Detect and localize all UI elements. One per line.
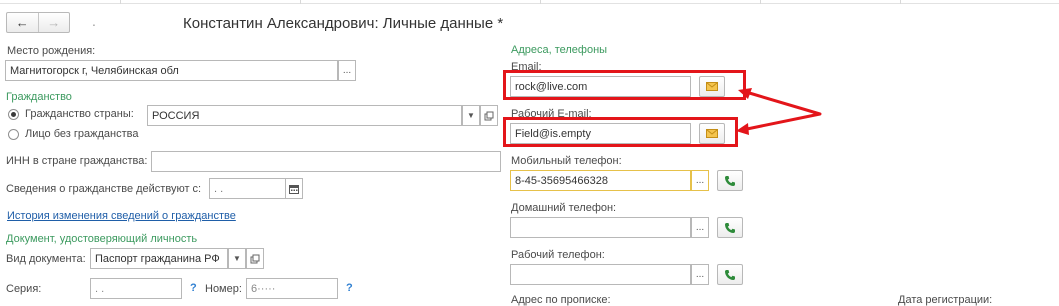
- country-open-button[interactable]: [480, 105, 498, 126]
- home-phone-input[interactable]: [510, 217, 691, 238]
- birthplace-select-button[interactable]: ...: [338, 60, 356, 81]
- number-help-icon[interactable]: ?: [346, 282, 353, 294]
- work-phone-select-button[interactable]: ...: [691, 264, 709, 285]
- mobile-phone-label: Мобильный телефон:: [511, 155, 622, 167]
- inn-input[interactable]: [151, 151, 501, 172]
- phone-icon: [725, 269, 735, 280]
- back-button[interactable]: ←: [7, 13, 39, 32]
- series-help-icon[interactable]: ?: [190, 282, 197, 294]
- registration-date-label: Дата регистрации:: [898, 294, 993, 306]
- phone-icon: [725, 222, 735, 233]
- forward-button[interactable]: →: [39, 13, 70, 32]
- birthplace-label: Место рождения:: [7, 45, 96, 57]
- page-title: Константин Александрович: Личные данные …: [183, 15, 504, 32]
- home-phone-label: Домашний телефон:: [511, 202, 617, 214]
- work-phone-label: Рабочий телефон:: [511, 249, 605, 261]
- home-phone-select-button[interactable]: ...: [691, 217, 709, 238]
- calendar-icon: [289, 184, 299, 194]
- chevron-down-icon: ▼: [467, 111, 475, 120]
- citizenship-valid-from-input[interactable]: . .: [209, 178, 286, 199]
- citizenship-section-title: Гражданство: [6, 91, 72, 103]
- citizenship-country-input[interactable]: РОССИЯ: [147, 105, 462, 126]
- registration-address-label: Адрес по прописке:: [511, 294, 611, 306]
- addresses-section-title: Адреса, телефоны: [511, 44, 608, 56]
- radio-stateless[interactable]: [8, 129, 19, 140]
- document-type-input[interactable]: Паспорт гражданина РФ: [90, 248, 228, 269]
- citizenship-country-label: Гражданство страны:: [25, 108, 134, 120]
- stateless-label: Лицо без гражданства: [25, 128, 139, 140]
- top-divider: [760, 0, 761, 4]
- phone-icon: [725, 175, 735, 186]
- mobile-phone-input[interactable]: 8-45-35695466328: [510, 170, 691, 191]
- document-type-label: Вид документа:: [6, 253, 86, 265]
- citizenship-history-link[interactable]: История изменения сведений о гражданстве: [7, 210, 236, 222]
- radio-citizenship-country[interactable]: [8, 109, 19, 120]
- document-type-dropdown-button[interactable]: ▼: [228, 248, 246, 269]
- navigation-buttons: ← →: [6, 12, 70, 33]
- series-input[interactable]: . .: [90, 278, 182, 299]
- top-divider: [540, 0, 541, 4]
- annotation-box-work-email: [503, 117, 738, 147]
- document-type-open-button[interactable]: [246, 248, 264, 269]
- call-mobile-button[interactable]: [717, 170, 743, 191]
- call-work-button[interactable]: [717, 264, 743, 285]
- document-section-title: Документ, удостоверяющий личность: [6, 233, 198, 245]
- series-label: Серия:: [6, 283, 42, 295]
- calendar-button[interactable]: [285, 178, 303, 199]
- citizenship-valid-from-label: Сведения о гражданстве действуют с:: [6, 183, 202, 195]
- annotation-arrows: [736, 88, 822, 135]
- birthplace-input[interactable]: Магнитогорск г, Челябинская обл: [5, 60, 338, 81]
- call-home-button[interactable]: [717, 217, 743, 238]
- country-dropdown-button[interactable]: ▼: [462, 105, 480, 126]
- top-divider: [900, 0, 901, 4]
- top-divider: [300, 0, 301, 4]
- blurred-surname: .: [92, 13, 97, 29]
- number-label: Номер:: [205, 283, 242, 295]
- chevron-down-icon: ▼: [233, 254, 241, 263]
- inn-label: ИНН в стране гражданства:: [6, 155, 148, 167]
- mobile-phone-select-button[interactable]: ...: [691, 170, 709, 191]
- annotation-box-email: [503, 70, 746, 100]
- open-window-icon: [250, 254, 260, 263]
- number-input[interactable]: 6·····: [246, 278, 338, 299]
- top-divider: [120, 0, 121, 4]
- open-window-icon: [484, 111, 494, 120]
- work-phone-input[interactable]: [510, 264, 691, 285]
